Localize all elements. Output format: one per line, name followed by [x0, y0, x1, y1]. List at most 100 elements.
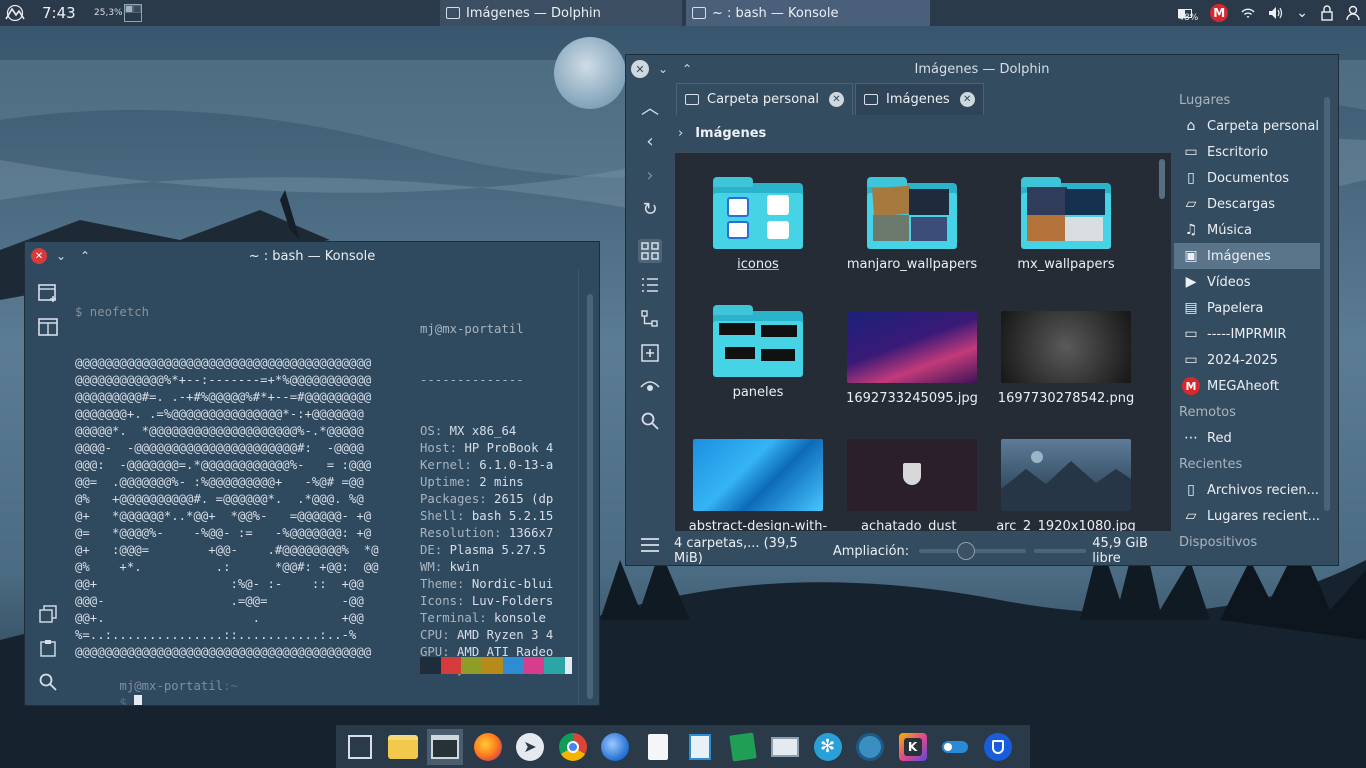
breadcrumb[interactable]: › Imágenes [678, 123, 766, 143]
tree-view-button[interactable] [638, 307, 662, 331]
dock-thunderbird[interactable] [597, 729, 633, 765]
tray-expander[interactable]: ⌄ [1290, 0, 1314, 26]
dock-text-editor[interactable] [640, 729, 676, 765]
list-view-button[interactable] [638, 273, 662, 297]
dock-file-manager[interactable] [385, 729, 421, 765]
konsole-titlebar[interactable]: ✕ ⌄ ⌃ ~ : bash — Konsole [25, 242, 599, 270]
find-button[interactable] [37, 671, 59, 693]
wifi-icon [1241, 8, 1255, 18]
dock-spreadsheet[interactable] [725, 729, 761, 765]
forward-button[interactable]: › [638, 163, 662, 187]
places-item[interactable]: ▱ Lugares recient... [1174, 503, 1320, 529]
maximize-button[interactable]: ⌃ [75, 249, 95, 263]
places-item[interactable]: ♫ Música [1174, 217, 1320, 243]
dock-kdenlive[interactable]: K [895, 729, 931, 765]
network-tray[interactable] [1234, 0, 1262, 26]
dock-snap[interactable]: ✻ [810, 729, 846, 765]
image-item[interactable]: abstract-design-with- [683, 439, 833, 531]
dolphin-titlebar[interactable]: ✕ ⌄ ⌃ Imágenes — Dolphin [626, 55, 1338, 83]
places-item[interactable]: M MEGAheoft [1174, 373, 1320, 399]
folder-item[interactable]: mx_wallpapers [991, 177, 1141, 272]
close-tab-button[interactable]: ✕ [959, 92, 975, 107]
new-tab-button[interactable] [37, 282, 59, 304]
close-tab-button[interactable]: ✕ [828, 92, 844, 107]
lock-screen-button[interactable] [1314, 0, 1340, 26]
places-item[interactable]: ▭ Escritorio [1174, 139, 1320, 165]
paste-button[interactable] [37, 637, 59, 659]
minimize-button[interactable]: ⌄ [653, 62, 673, 76]
cpu-usage[interactable]: 25,3% [94, 8, 123, 18]
places-item[interactable]: ⌂ Carpeta personal [1174, 113, 1320, 139]
volume-tray[interactable] [1262, 0, 1290, 26]
clock[interactable]: 7:43 [42, 4, 82, 22]
dock-chrome[interactable] [555, 729, 591, 765]
folder-item[interactable]: manjaro_wallpapers [837, 177, 987, 272]
back-button[interactable]: ‹ [638, 129, 662, 153]
task-dolphin[interactable]: Imágenes — Dolphin [440, 0, 682, 26]
image-item[interactable]: achatado_dust_ [837, 439, 987, 531]
dock-telegram[interactable]: ➤ [512, 729, 548, 765]
document-icon [647, 733, 668, 760]
places-item[interactable]: ▭ 2024-2025 [1174, 347, 1320, 373]
places-item[interactable]: ▱ Descargas [1174, 191, 1320, 217]
breadcrumb-current[interactable]: Imágenes [695, 126, 766, 141]
icon-view-button[interactable] [638, 239, 662, 263]
places-item[interactable]: ▤ Papelera [1174, 295, 1320, 321]
desktop-1[interactable] [125, 5, 133, 13]
dock-terminal[interactable] [427, 728, 463, 765]
terminal-area[interactable]: $ neofetch @@@@@@@@@@@@@@@@@@@@@@@@@@@@@… [75, 270, 573, 705]
info-key: Uptime [420, 475, 465, 489]
new-folder-button[interactable] [638, 341, 662, 365]
folder-item[interactable]: paneles [683, 305, 833, 400]
dock-firefox[interactable] [470, 729, 506, 765]
places-item[interactable]: ▯ Archivos recien... [1174, 477, 1320, 503]
dock-toggle-app[interactable] [937, 729, 973, 765]
clapperboard-icon [856, 732, 884, 761]
dock-calc[interactable] [682, 729, 718, 765]
split-view-button[interactable] [37, 316, 59, 338]
user-menu-button[interactable] [1340, 0, 1366, 26]
music-icon: ♫ [1184, 222, 1198, 238]
search-button[interactable] [638, 409, 662, 433]
mega-tray[interactable]: M [1204, 0, 1234, 26]
copy-button[interactable] [37, 603, 59, 625]
image-item[interactable]: 1692733245095.jpg [837, 311, 987, 406]
places-item[interactable]: ▯ Documentos [1174, 165, 1320, 191]
desktop-2[interactable] [133, 5, 141, 13]
task-konsole[interactable]: ~ : bash — Konsole [686, 0, 930, 26]
dock-video-editor[interactable] [852, 729, 888, 765]
image-thumbnail [1001, 311, 1131, 383]
show-desktop-button[interactable] [342, 729, 378, 765]
go-up-button[interactable]: ︿ [638, 95, 662, 119]
input-line[interactable]: $ [75, 678, 143, 705]
ascii-line: %=..:...............::...........:..-% [75, 628, 357, 642]
image-item[interactable]: 1697730278542.png [991, 311, 1141, 406]
preview-button[interactable] [638, 375, 662, 399]
zoom-slider[interactable] [919, 542, 1027, 560]
dock-bitwarden[interactable] [980, 729, 1016, 765]
terminal-scrollbar[interactable] [587, 294, 593, 699]
tab-carpeta-personal[interactable]: Carpeta personal ✕ [676, 83, 853, 115]
maximize-button[interactable]: ⌃ [677, 62, 697, 76]
minimize-button[interactable]: ⌄ [51, 249, 71, 263]
zoom-slider-handle[interactable] [957, 542, 976, 560]
folder-item[interactable]: iconos [683, 177, 833, 272]
dock-mail[interactable] [767, 729, 803, 765]
battery-indicator[interactable]: 48% [1172, 0, 1204, 26]
close-button[interactable]: ✕ [631, 60, 649, 78]
virtual-desktop-pager[interactable] [124, 4, 142, 22]
places-scrollbar[interactable] [1324, 97, 1330, 511]
menu-button[interactable] [638, 533, 662, 557]
close-button[interactable]: ✕ [31, 248, 47, 264]
places-item[interactable]: ▣ Imágenes [1174, 243, 1320, 269]
places-item[interactable]: ▶ Vídeos [1174, 269, 1320, 295]
file-view-scrollbar[interactable] [1159, 159, 1165, 199]
places-item[interactable]: ⋯ Red [1174, 425, 1320, 451]
reload-button[interactable]: ↻ [638, 197, 662, 221]
image-item[interactable]: arc_2_1920x1080.jpg [991, 439, 1141, 531]
app-launcher-button[interactable] [0, 0, 30, 26]
places-item[interactable]: ▭ -----IMPRMIR [1174, 321, 1320, 347]
folder-icon [685, 94, 699, 105]
file-view[interactable]: iconos manjaro_wallpapers mx_wallpapers [674, 152, 1172, 532]
tab-imagenes[interactable]: Imágenes ✕ [854, 83, 984, 115]
